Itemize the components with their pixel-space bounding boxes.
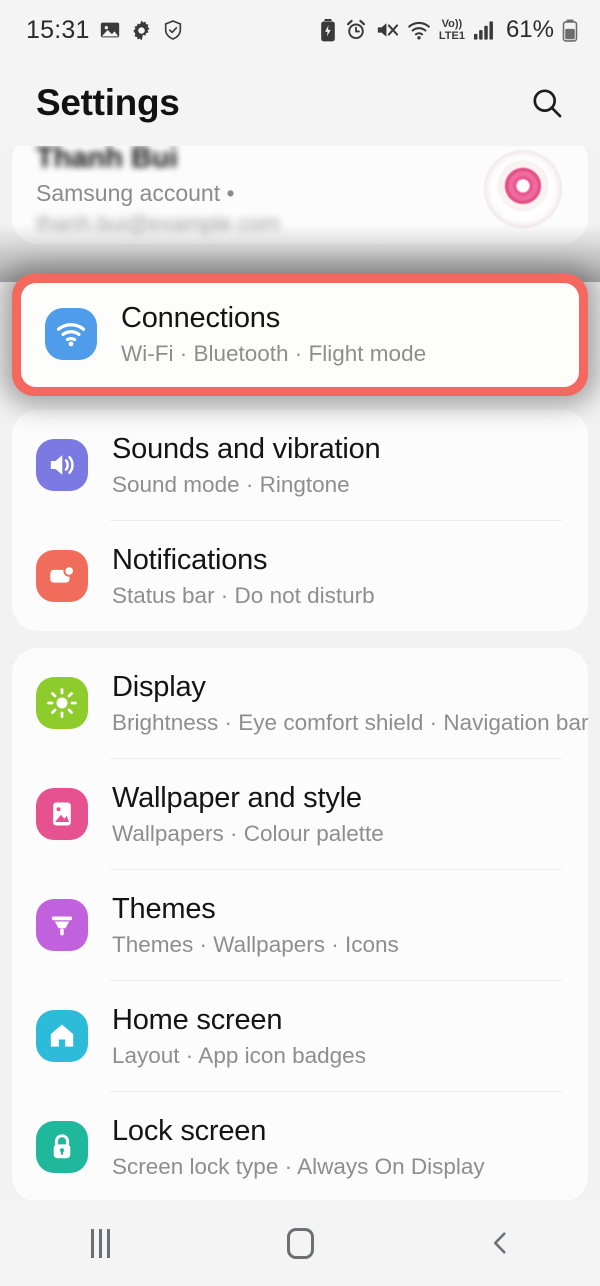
status-bar-right: Vo)) LTE1 61% (319, 16, 578, 44)
shield-check-icon (164, 20, 181, 40)
row-subtitle: Themes · Wallpapers · Icons (112, 932, 399, 957)
volte-label-bottom: LTE1 (438, 29, 465, 42)
house-icon (36, 1010, 88, 1062)
recents-icon (90, 1228, 110, 1258)
status-clock: 15:31 (26, 15, 90, 44)
account-subtitle: Samsung account • (36, 179, 235, 206)
battery-saver-icon (321, 18, 335, 41)
phone-screen: 15:31 Vo)) LTE1 61% Settings Thanh Bui S… (0, 0, 600, 1286)
row-text: Display Brightness · Eye comfort shield … (112, 670, 588, 736)
lock-icon (36, 1121, 88, 1173)
row-subtitle: Layout · App icon badges (112, 1043, 366, 1068)
row-title: Notifications (112, 544, 268, 576)
wifi-icon (408, 21, 430, 40)
status-bar-left: 15:31 (26, 16, 184, 45)
row-title: Display (112, 671, 206, 703)
back-button[interactable] (455, 1200, 545, 1286)
paintbrush-icon (36, 899, 88, 951)
settings-row-sounds-and-vibration[interactable]: Sounds and vibration Sound mode · Ringto… (12, 410, 588, 520)
home-icon (286, 1227, 314, 1259)
signal-icon (473, 21, 493, 40)
row-title: Wallpaper and style (112, 782, 362, 814)
gear-icon (132, 19, 150, 41)
battery-percent: 61% (505, 16, 554, 43)
notification-icon (36, 550, 88, 602)
alarm-icon (346, 19, 365, 40)
row-text: Themes Themes · Wallpapers · Icons (112, 892, 562, 958)
page-title: Settings (36, 82, 180, 123)
volte-label-top: Vo)) (441, 17, 463, 30)
settings-card-sounds: Sounds and vibration Sound mode · Ringto… (12, 410, 588, 631)
recents-button[interactable] (55, 1200, 145, 1286)
highlight-box-connections: Connections Wi-Fi · Bluetooth · Flight m… (12, 274, 588, 396)
row-subtitle: Sound mode · Ringtone (112, 472, 350, 497)
wifi-icon (45, 308, 97, 360)
row-text: Lock screen Screen lock type · Always On… (112, 1114, 562, 1180)
row-title: Themes (112, 893, 216, 925)
connections-card: Connections Wi-Fi · Bluetooth · Flight m… (21, 283, 579, 387)
settings-row-connections[interactable]: Connections Wi-Fi · Bluetooth · Flight m… (21, 283, 579, 387)
row-text: Sounds and vibration Sound mode · Ringto… (112, 432, 562, 498)
mute-icon (377, 23, 398, 37)
back-icon (493, 1232, 506, 1254)
settings-row-lock-screen[interactable]: Lock screen Screen lock type · Always On… (12, 1092, 588, 1200)
settings-list[interactable]: Thanh Bui Samsung account • thanh.bui@ex… (0, 146, 600, 1200)
row-subtitle: Brightness · Eye comfort shield · Naviga… (112, 710, 588, 735)
search-button[interactable] (524, 80, 570, 126)
volte-icon: Vo)) LTE1 (438, 17, 465, 42)
row-subtitle: Screen lock type · Always On Display (112, 1154, 485, 1179)
picture-icon (36, 788, 88, 840)
settings-card-display: Display Brightness · Eye comfort shield … (12, 648, 588, 1200)
avatar[interactable] (484, 150, 562, 228)
account-text: Thanh Bui Samsung account • thanh.bui@ex… (36, 146, 484, 236)
brightness-icon (36, 677, 88, 729)
status-bar: 15:31 Vo)) LTE1 61% (0, 0, 600, 60)
row-title: Lock screen (112, 1115, 267, 1147)
row-title: Sounds and vibration (112, 433, 381, 465)
row-title: Connections (121, 302, 281, 334)
row-text: Home screen Layout · App icon badges (112, 1003, 562, 1069)
row-subtitle: Wi-Fi · Bluetooth · Flight mode (121, 341, 427, 366)
row-text: Notifications Status bar · Do not distur… (112, 543, 562, 609)
row-text: Wallpaper and style Wallpapers · Colour … (112, 781, 562, 847)
row-title: Home screen (112, 1004, 283, 1036)
settings-row-notifications[interactable]: Notifications Status bar · Do not distur… (12, 521, 588, 631)
settings-row-display[interactable]: Display Brightness · Eye comfort shield … (12, 648, 588, 758)
row-text: Connections Wi-Fi · Bluetooth · Flight m… (121, 301, 553, 367)
navigation-bar (0, 1200, 600, 1286)
gallery-icon (100, 22, 119, 38)
battery-icon (562, 19, 578, 42)
settings-row-themes[interactable]: Themes Themes · Wallpapers · Icons (12, 870, 588, 980)
search-icon (533, 89, 562, 118)
speaker-icon (36, 439, 88, 491)
settings-row-home-screen[interactable]: Home screen Layout · App icon badges (12, 981, 588, 1091)
home-button[interactable] (255, 1200, 345, 1286)
row-subtitle: Wallpapers · Colour palette (112, 821, 384, 846)
settings-row-wallpaper-and-style[interactable]: Wallpaper and style Wallpapers · Colour … (12, 759, 588, 869)
row-subtitle: Status bar · Do not disturb (112, 583, 375, 608)
app-bar: Settings (0, 60, 600, 146)
account-name: Thanh Bui (36, 146, 178, 173)
